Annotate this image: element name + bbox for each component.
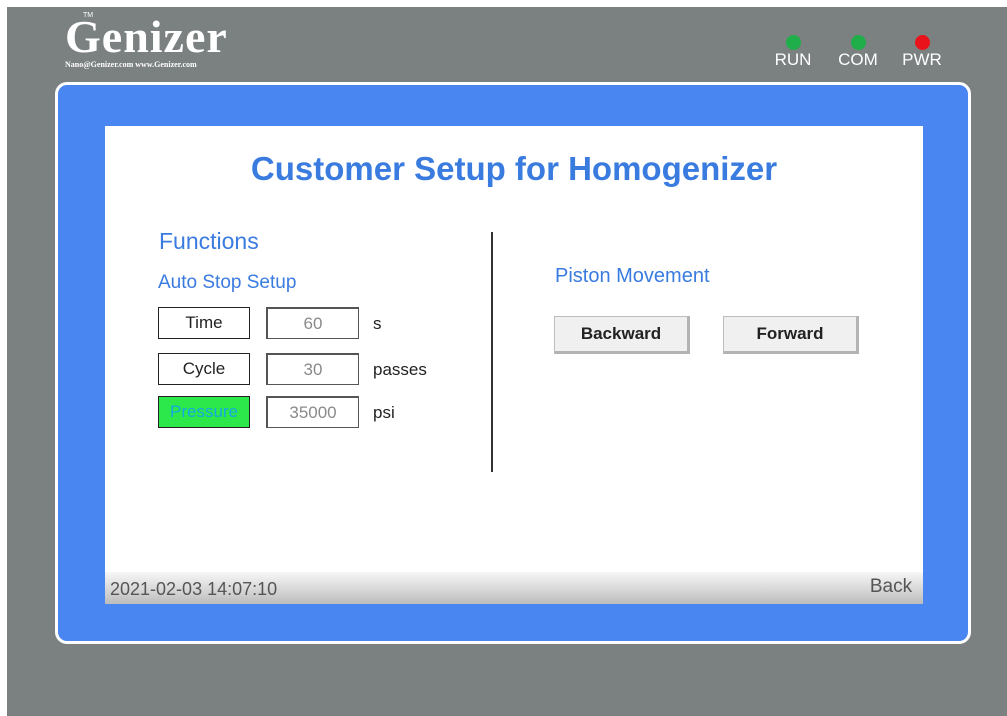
cycle-mode-button[interactable]: Cycle [158, 353, 250, 385]
forward-button[interactable]: Forward [723, 316, 859, 354]
time-mode-button[interactable]: Time [158, 307, 250, 339]
pwr-led-icon [914, 35, 930, 50]
backward-button[interactable]: Backward [554, 316, 690, 354]
run-indicator: RUN [763, 35, 823, 69]
trademark-mark: TM [83, 12, 94, 19]
com-indicator: COM [828, 35, 888, 69]
pressure-mode-button[interactable]: Pressure [158, 396, 250, 428]
time-unit: s [373, 314, 382, 333]
pressure-value-field[interactable]: 35000 [266, 396, 359, 428]
piston-movement-heading: Piston Movement [555, 265, 710, 287]
pwr-indicator: PWR [892, 35, 952, 69]
auto-stop-heading: Auto Stop Setup [158, 272, 297, 293]
pressure-unit: psi [373, 403, 395, 422]
datetime-display: 2021-02-03 14:07:10 [110, 579, 278, 599]
com-label: COM [838, 50, 878, 69]
cycle-value-field[interactable]: 30 [266, 353, 359, 385]
section-divider [491, 232, 493, 472]
run-led-icon [785, 35, 801, 50]
page-title: Customer Setup for Homogenizer [250, 150, 778, 187]
brand-name: Genizer [65, 11, 228, 62]
time-value-field[interactable]: 60 [266, 307, 359, 339]
back-button[interactable]: Back [863, 572, 919, 602]
status-bar: 2021-02-03 14:07:10 Back [105, 572, 923, 604]
com-led-icon [850, 35, 866, 50]
functions-heading: Functions [159, 228, 259, 254]
touch-screen: Customer Setup for Homogenizer Functions… [105, 126, 923, 604]
pwr-label: PWR [902, 50, 942, 69]
cycle-unit: passes [373, 360, 427, 379]
run-label: RUN [774, 50, 812, 69]
genizer-logo: TM Genizer Nano@Genizer.com www.Genizer.… [65, 11, 228, 69]
